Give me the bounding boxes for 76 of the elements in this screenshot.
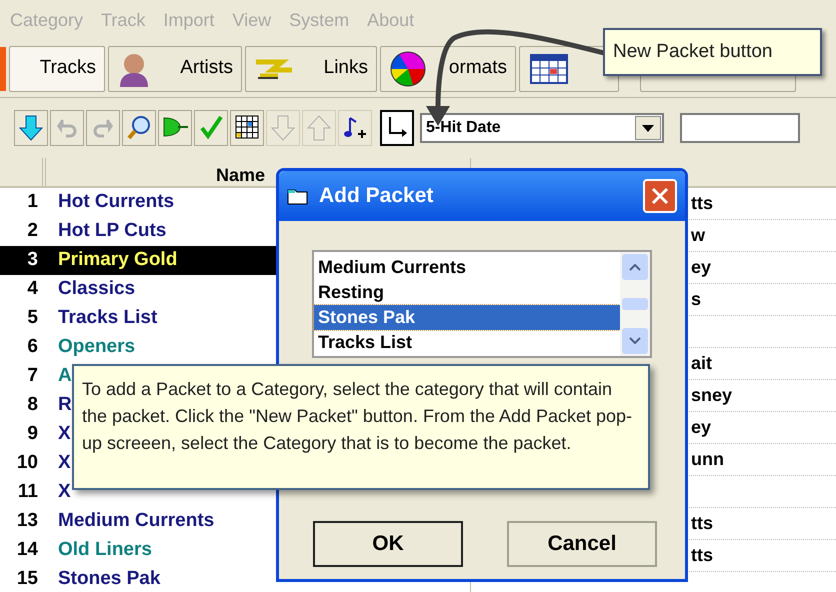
ok-button[interactable]: OK: [313, 521, 463, 567]
toolbar-button[interactable]: [158, 110, 192, 146]
list-cell-text: ey: [691, 416, 712, 439]
category-name: Primary Gold: [58, 248, 178, 272]
list-item[interactable]: Resting: [314, 280, 620, 305]
close-button[interactable]: [643, 179, 677, 213]
search-icon: [126, 114, 152, 142]
row-number: 1: [26, 190, 38, 214]
scroll-down-button[interactable]: [622, 328, 648, 354]
category-name: R: [58, 393, 72, 418]
dialog-title: Add Packet: [319, 183, 434, 210]
close-icon: [651, 187, 669, 205]
category-name: Classics: [58, 277, 136, 302]
toolbar-button[interactable]: [14, 110, 48, 146]
tab[interactable]: Artists: [108, 46, 242, 92]
category-name: X: [58, 422, 71, 446]
toolbar-button[interactable]: [122, 110, 156, 146]
list-cell-text: ey: [691, 256, 712, 279]
category-name: Old Liners: [58, 538, 152, 562]
chevron-down-icon: [629, 337, 641, 345]
chevron-up-icon: [629, 263, 641, 271]
list-cell-text: unn: [691, 448, 724, 471]
callout-tooltip: New Packet button: [603, 28, 822, 76]
down-arrow-icon: [18, 114, 44, 142]
list-item[interactable]: Tracks List: [314, 330, 620, 355]
row-number: 4: [26, 277, 38, 302]
row-number: 2: [26, 219, 38, 244]
row-number: 11: [16, 480, 38, 504]
tooltip: To add a Packet to a Category, select the category that will contain the packet. Click the "New Packet" button. From the Add Packet pop-up screeen, select the Category that is to become the packet.: [72, 364, 650, 490]
pie-icon: [389, 50, 427, 88]
category-name: Openers: [58, 335, 136, 360]
scroll-up-button[interactable]: [622, 254, 648, 280]
sort-field[interactable]: 5-Hit Date: [420, 113, 664, 143]
category-name: X: [58, 451, 71, 476]
tab-edge: [0, 46, 6, 90]
category-name: Hot Currents: [58, 190, 174, 214]
packet-list[interactable]: Medium Currents Resting Stones Pak Tracks List: [312, 250, 652, 358]
calendar-icon: [530, 54, 568, 84]
scrollbar[interactable]: [620, 252, 650, 356]
category-name: Medium Currents: [58, 509, 214, 534]
list-cell-text: tts: [691, 544, 713, 567]
list-cell-text: tts: [691, 192, 713, 215]
row-number: 8: [26, 393, 38, 418]
toolbar-button[interactable]: [380, 110, 414, 146]
list-item[interactable]: Stones Pak: [314, 305, 620, 330]
toolbar-button[interactable]: [230, 110, 264, 146]
text-field[interactable]: [680, 113, 800, 143]
list-cell-text: tts: [691, 512, 713, 535]
category-name: Tracks List: [58, 306, 158, 330]
down-arrow-icon: [270, 114, 296, 142]
up-arrow-icon: [306, 114, 332, 142]
list-cell-text: ait: [691, 352, 712, 375]
row-number: 14: [16, 538, 38, 562]
category-name: Hot LP Cuts: [58, 219, 166, 244]
tab[interactable]: Tracks: [9, 46, 105, 92]
row-number: 7: [26, 364, 38, 388]
category-name: X: [58, 480, 71, 504]
row-number: 10: [16, 451, 38, 476]
folder-icon: [287, 187, 309, 205]
row-number: 9: [26, 422, 38, 446]
row-number: 5: [26, 306, 38, 330]
check-icon: [198, 114, 224, 142]
category-name: A: [58, 364, 72, 388]
sort-field-value: 5-Hit Date: [425, 118, 502, 138]
category-name: Stones Pak: [58, 567, 160, 592]
tab[interactable]: Links: [245, 46, 377, 92]
list-cell-text: sney: [691, 384, 732, 407]
row-number: 13: [16, 509, 38, 534]
list-cell-text: w: [691, 224, 706, 247]
row-number: 6: [26, 335, 38, 360]
row-number: 15: [16, 567, 38, 592]
scroll-thumb[interactable]: [622, 298, 648, 310]
list-cell-text: s: [691, 288, 702, 311]
cancel-button[interactable]: Cancel: [507, 521, 657, 567]
tab[interactable]: ormats: [380, 46, 516, 92]
row-number: 3: [26, 248, 38, 272]
